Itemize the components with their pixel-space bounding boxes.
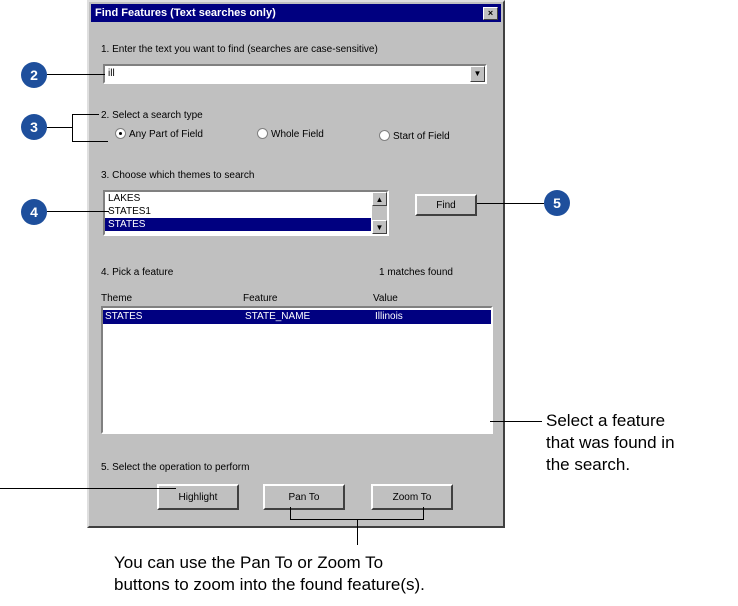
bottom-caption-line: You can use the Pan To or Zoom To <box>114 553 384 572</box>
close-icon[interactable]: × <box>483 7 498 20</box>
callout-5: 5 <box>544 190 570 216</box>
callout-5-leader <box>477 203 544 204</box>
radio-any-part[interactable] <box>115 128 126 139</box>
callout-4-leader <box>47 211 109 212</box>
results-listview[interactable]: STATES STATE_NAME Illinois <box>101 306 493 434</box>
callout-3-leader <box>47 127 72 128</box>
matches-found: 1 matches found <box>379 267 453 278</box>
themes-listbox[interactable]: LAKES STATES1 STATES ▲ ▼ <box>103 190 389 236</box>
dialog-titlebar: Find Features (Text searches only) × <box>91 4 501 22</box>
right-caption: Select a feature that was found in the s… <box>546 410 675 476</box>
themes-scrollbar[interactable]: ▲ ▼ <box>372 192 387 234</box>
radio-whole-field-label: Whole Field <box>271 129 324 140</box>
theme-item[interactable]: STATES1 <box>105 205 387 218</box>
callout-2: 2 <box>21 62 47 88</box>
zoom-to-button[interactable]: Zoom To <box>371 484 453 510</box>
results-leader <box>490 421 542 422</box>
column-header-value[interactable]: Value <box>373 293 398 304</box>
result-feature: STATE_NAME <box>245 311 311 322</box>
step3-label: 3. Choose which themes to search <box>101 170 255 181</box>
bracket-stem <box>357 519 358 545</box>
radio-any-part-label: Any Part of Field <box>129 129 203 140</box>
radio-whole-field[interactable] <box>257 128 268 139</box>
theme-item[interactable]: LAKES <box>105 192 387 205</box>
scroll-up-icon[interactable]: ▲ <box>372 192 387 206</box>
callout-3-bracket-top <box>72 114 99 115</box>
callout-4: 4 <box>21 199 47 225</box>
callout-2-leader <box>47 74 105 75</box>
result-theme: STATES <box>105 311 143 322</box>
column-header-feature[interactable]: Feature <box>243 293 277 304</box>
bottom-caption-line: buttons to zoom into the found feature(s… <box>114 575 425 594</box>
callout-3-bracket <box>72 114 73 142</box>
highlight-leader <box>0 488 176 489</box>
zoom-leader <box>423 507 424 519</box>
pan-to-button[interactable]: Pan To <box>263 484 345 510</box>
callout-3: 3 <box>21 114 47 140</box>
callout-3-bracket-bottom <box>72 141 108 142</box>
step2-label: 2. Select a search type <box>101 110 203 121</box>
theme-item[interactable]: STATES <box>105 218 371 231</box>
find-button[interactable]: Find <box>415 194 477 216</box>
radio-start-of-field-label: Start of Field <box>393 131 450 142</box>
right-caption-line: the search. <box>546 455 631 474</box>
find-features-dialog: Find Features (Text searches only) × 1. … <box>87 0 505 528</box>
table-row[interactable]: STATES STATE_NAME Illinois <box>103 310 491 324</box>
right-caption-line: that was found in <box>546 433 675 452</box>
step1-label: 1. Enter the text you want to find (sear… <box>101 44 378 55</box>
chevron-down-icon[interactable]: ▼ <box>470 66 485 82</box>
search-text-value: ill <box>108 68 115 79</box>
dialog-title: Find Features (Text searches only) <box>95 7 276 19</box>
right-caption-line: Select a feature <box>546 411 666 430</box>
scroll-down-icon[interactable]: ▼ <box>372 220 387 234</box>
column-header-theme[interactable]: Theme <box>101 293 132 304</box>
pan-leader <box>290 507 291 519</box>
step4-label: 4. Pick a feature <box>101 267 174 278</box>
radio-start-of-field[interactable] <box>379 130 390 141</box>
bottom-caption: You can use the Pan To or Zoom To button… <box>114 552 425 596</box>
search-text-combobox[interactable]: ill ▼ <box>103 64 487 84</box>
result-value: Illinois <box>375 311 403 322</box>
step5-label: 5. Select the operation to perform <box>101 462 250 473</box>
